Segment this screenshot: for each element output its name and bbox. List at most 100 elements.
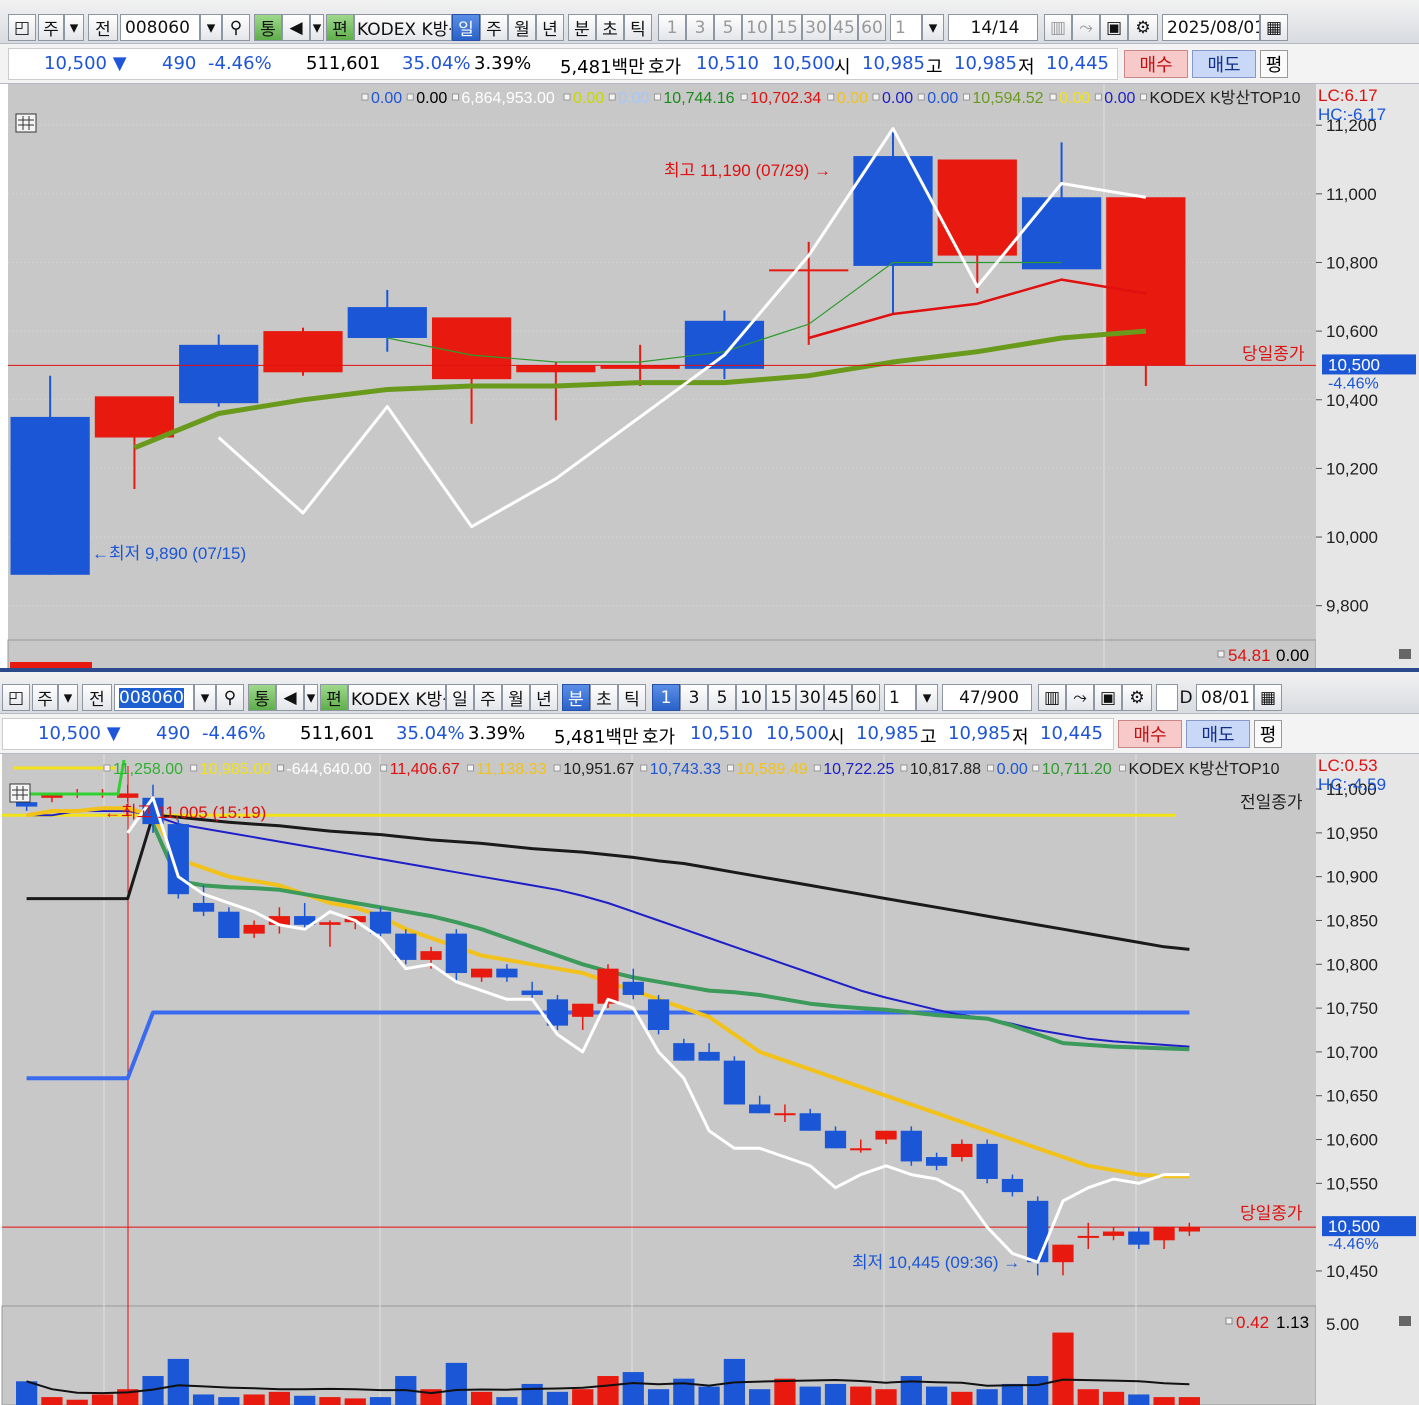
tab-tick[interactable]: 틱 — [624, 14, 652, 41]
code-input[interactable]: 008060 — [114, 684, 194, 711]
line-tool-icon[interactable]: ⤳ — [1072, 14, 1100, 41]
buy-button[interactable]: 매수 — [1124, 50, 1188, 78]
sell-button[interactable]: 매도 — [1192, 50, 1256, 78]
legend-marker — [740, 93, 748, 101]
volume-bar — [369, 1397, 392, 1405]
speaker-icon[interactable]: ◀ — [276, 684, 304, 711]
candle-body — [117, 793, 139, 798]
save-icon[interactable]: ▣ — [1094, 684, 1122, 711]
tab-minute[interactable]: 분 — [562, 684, 590, 711]
type-dropdown-icon[interactable]: ▾ — [64, 14, 84, 41]
candle-body — [1102, 1231, 1125, 1236]
speaker-dropdown-icon[interactable]: ▾ — [310, 14, 324, 41]
tab-monthly[interactable]: 월 — [508, 14, 536, 41]
interval-3[interactable]: 3 — [680, 684, 708, 711]
line-tool-icon[interactable]: ⤳ — [1066, 684, 1094, 711]
prev-button[interactable]: 전 — [82, 684, 112, 711]
tab-tick[interactable]: 틱 — [618, 684, 646, 711]
interval-30[interactable]: 30 — [796, 684, 824, 711]
d-label: D — [1179, 687, 1193, 708]
interval-5[interactable]: 5 — [708, 684, 736, 711]
bar-count[interactable]: 14/14 — [948, 14, 1038, 41]
tab-monthly[interactable]: 월 — [502, 684, 530, 711]
edit-button[interactable]: 편 — [326, 14, 354, 41]
interval-1[interactable]: 1 — [658, 14, 686, 41]
tab-second[interactable]: 초 — [590, 684, 618, 711]
save-icon[interactable]: ▣ — [1100, 14, 1128, 41]
legend-marker — [963, 93, 970, 101]
tab-yearly[interactable]: 년 — [530, 684, 558, 711]
y-tick-label: 11,000 — [1326, 185, 1377, 204]
code-dropdown-icon[interactable]: ▾ — [194, 684, 216, 711]
legend-value: 10,702.34 — [750, 90, 821, 107]
interval-60[interactable]: 60 — [852, 684, 880, 711]
tab-weekly[interactable]: 주 — [480, 14, 508, 41]
count-dropdown-icon[interactable]: ▾ — [916, 684, 938, 711]
tab-yearly[interactable]: 년 — [536, 14, 564, 41]
legend-marker — [813, 764, 821, 772]
code-dropdown-icon[interactable]: ▾ — [200, 14, 222, 41]
daily-candle-chart[interactable]: 11,20011,00010,80010,60010,40010,20010,0… — [0, 84, 1419, 670]
legend-marker — [640, 764, 648, 772]
interval-5[interactable]: 5 — [714, 14, 742, 41]
interval-10[interactable]: 10 — [742, 14, 772, 41]
edit-button[interactable]: 편 — [320, 684, 348, 711]
candle-body — [774, 1113, 796, 1116]
candle-body — [1027, 1200, 1049, 1263]
interval-60[interactable]: 60 — [858, 14, 886, 41]
date-input[interactable]: 2025/08/01 — [1162, 14, 1260, 41]
daily-quote-bar: 10,500 ▼ 490 -4.46% 511,601 35.04% 3.39%… — [0, 44, 1419, 84]
window-icon[interactable]: ◰ — [2, 684, 30, 711]
buy-button[interactable]: 매수 — [1118, 720, 1182, 748]
prev-button[interactable]: 전 — [88, 14, 118, 41]
magnify-button[interactable]: 통 — [254, 14, 282, 41]
count-input[interactable]: 1 — [884, 684, 916, 711]
search-icon[interactable]: ⚲ — [216, 684, 244, 711]
tab-minute[interactable]: 분 — [568, 14, 596, 41]
count-input[interactable]: 1 — [890, 14, 922, 41]
speaker-dropdown-icon[interactable]: ▾ — [304, 684, 318, 711]
volume-bar — [41, 1397, 63, 1405]
gear-icon[interactable]: ⚙ — [1128, 14, 1158, 41]
even-button[interactable]: 평 — [1260, 50, 1288, 78]
magnify-button[interactable]: 통 — [248, 684, 276, 711]
candle-body — [347, 307, 427, 338]
interval-10[interactable]: 10 — [736, 684, 766, 711]
date-input[interactable]: 08/01 — [1196, 684, 1254, 711]
calendar-icon[interactable]: ▦ — [1254, 684, 1282, 711]
tab-second[interactable]: 초 — [596, 14, 624, 41]
count-dropdown-icon[interactable]: ▾ — [922, 14, 944, 41]
type-dropdown-icon[interactable]: ▾ — [58, 684, 78, 711]
candle-body — [94, 396, 175, 438]
calendar-icon[interactable]: ▦ — [1260, 14, 1288, 41]
even-button[interactable]: 평 — [1254, 720, 1282, 748]
interval-30[interactable]: 30 — [802, 14, 830, 41]
tab-daily[interactable]: 일 — [446, 684, 474, 711]
interval-15[interactable]: 15 — [766, 684, 796, 711]
interval-3[interactable]: 3 — [686, 14, 714, 41]
hc-label: HC:-6.17 — [1318, 105, 1386, 124]
minute-candle-chart[interactable]: 11,00010,95010,90010,85010,80010,75010,7… — [0, 754, 1419, 1405]
tab-weekly[interactable]: 주 — [474, 684, 502, 711]
legend-value: KODEX K방산TOP10 — [1150, 89, 1301, 107]
candle-settings-icon[interactable]: ▥ — [1038, 684, 1066, 711]
code-input[interactable]: 008060 — [120, 14, 200, 41]
search-icon[interactable]: ⚲ — [222, 14, 250, 41]
volume-bar — [1001, 1383, 1024, 1405]
speaker-icon[interactable]: ◀ — [282, 14, 310, 41]
d-checkbox[interactable] — [1156, 684, 1178, 711]
interval-45[interactable]: 45 — [830, 14, 858, 41]
candle-settings-icon[interactable]: ▥ — [1044, 14, 1072, 41]
interval-1[interactable]: 1 — [652, 684, 680, 711]
gear-icon[interactable]: ⚙ — [1122, 684, 1152, 711]
type-selector[interactable]: 주 — [32, 684, 58, 711]
window-icon[interactable]: ◰ — [8, 14, 36, 41]
tab-daily[interactable]: 일 — [452, 14, 480, 41]
sell-button[interactable]: 매도 — [1186, 720, 1250, 748]
interval-15[interactable]: 15 — [772, 14, 802, 41]
type-selector[interactable]: 주 — [38, 14, 64, 41]
bar-count[interactable]: 47/900 — [942, 684, 1032, 711]
last-price-label: 10,500 — [1328, 355, 1380, 374]
interval-45[interactable]: 45 — [824, 684, 852, 711]
legend-value: 0.00 — [1104, 90, 1135, 107]
